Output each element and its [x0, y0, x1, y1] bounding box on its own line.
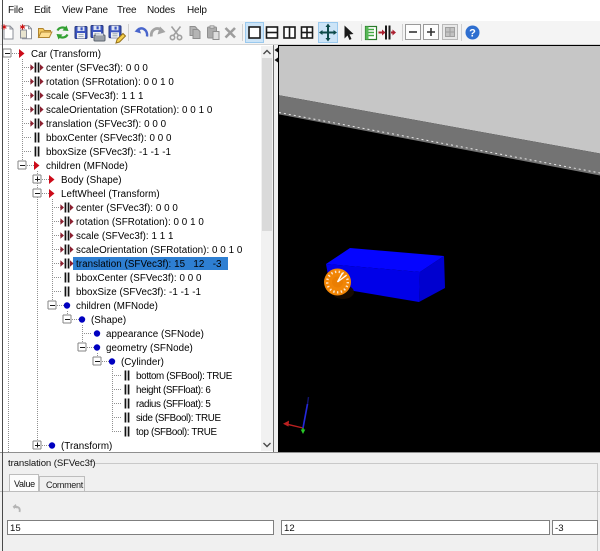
svg-text:Body (Shape): Body (Shape)	[61, 175, 122, 186]
svg-text:LeftWheel (Transform): LeftWheel (Transform)	[61, 189, 160, 200]
svg-text:top (SFBool): TRUE: top (SFBool): TRUE	[136, 427, 217, 438]
svg-text:scaleOrientation (SFRotation):: scaleOrientation (SFRotation): 0 0 1 0	[76, 245, 243, 256]
svg-text:radius (SFFloat): 5: radius (SFFloat): 5	[136, 399, 211, 410]
svg-text:appearance (SFNode): appearance (SFNode)	[106, 329, 204, 340]
svg-text:children (MFNode): children (MFNode)	[46, 161, 128, 172]
svg-text:scale (SFVec3f): 1 1 1: scale (SFVec3f): 1 1 1	[46, 91, 143, 102]
svg-text:bboxSize (SFVec3f): -1 -1 -1: bboxSize (SFVec3f): -1 -1 -1	[46, 147, 171, 158]
svg-text:translation (SFVec3f): 0 0 0: translation (SFVec3f): 0 0 0	[46, 119, 167, 130]
svg-text:rotation (SFRotation): 0 0 1 0: rotation (SFRotation): 0 0 1 0	[46, 77, 174, 88]
svg-text:scale (SFVec3f): 1 1 1: scale (SFVec3f): 1 1 1	[76, 231, 173, 242]
svg-text:geometry (SFNode): geometry (SFNode)	[106, 343, 193, 354]
svg-text:Car (Transform): Car (Transform)	[31, 49, 101, 60]
svg-text:height (SFFloat): 6: height (SFFloat): 6	[136, 385, 211, 396]
svg-text:center (SFVec3f): 0 0 0: center (SFVec3f): 0 0 0	[76, 203, 178, 214]
svg-text:bboxCenter (SFVec3f): 0 0 0: bboxCenter (SFVec3f): 0 0 0	[46, 133, 172, 144]
svg-text:(Cylinder): (Cylinder)	[121, 357, 164, 368]
svg-text:rotation (SFRotation): 0 0 1 0: rotation (SFRotation): 0 0 1 0	[76, 217, 204, 228]
svg-text:translation (SFVec3f): 15 12: translation (SFVec3f): 15 12 -3	[76, 259, 222, 270]
svg-text:(Shape): (Shape)	[91, 315, 126, 326]
svg-text:bboxCenter (SFVec3f): 0 0 0: bboxCenter (SFVec3f): 0 0 0	[76, 273, 202, 284]
svg-text:(Transform): (Transform)	[61, 441, 112, 452]
svg-text:bboxSize (SFVec3f): -1 -1 -1: bboxSize (SFVec3f): -1 -1 -1	[76, 287, 201, 298]
svg-text:?: ?	[469, 28, 476, 40]
svg-text:children (MFNode): children (MFNode)	[76, 301, 158, 312]
svg-text:side (SFBool): TRUE: side (SFBool): TRUE	[136, 413, 221, 424]
svg-text:scaleOrientation (SFRotation):: scaleOrientation (SFRotation): 0 0 1 0	[46, 105, 213, 116]
svg-text:bottom (SFBool): TRUE: bottom (SFBool): TRUE	[136, 371, 233, 382]
svg-text:center (SFVec3f): 0 0 0: center (SFVec3f): 0 0 0	[46, 63, 148, 74]
